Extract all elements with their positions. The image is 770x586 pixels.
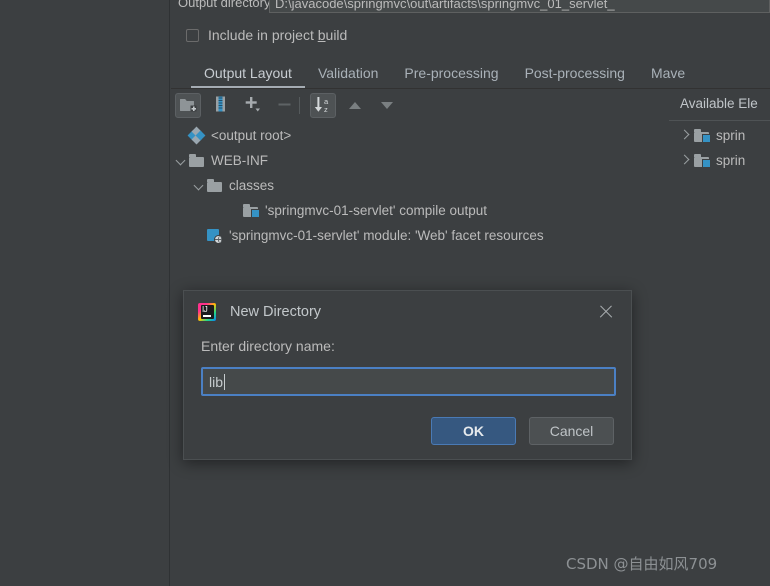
tree-row-classes[interactable]: classes bbox=[171, 173, 671, 198]
dialog-titlebar: IJ New Directory bbox=[184, 291, 631, 333]
output-directory-row: Output directory: D:\javacode\springmvc\… bbox=[171, 0, 770, 13]
artifact-icon bbox=[187, 126, 206, 144]
available-tree-row[interactable]: sprin bbox=[679, 148, 770, 173]
ok-button[interactable]: OK bbox=[431, 417, 516, 445]
sort-alphabetically-button[interactable]: a z bbox=[310, 93, 336, 118]
tab-maven[interactable]: Mave bbox=[638, 60, 698, 88]
toolbar-separator bbox=[299, 97, 300, 114]
compile-output-icon bbox=[694, 154, 711, 168]
remove-icon bbox=[277, 97, 292, 115]
checkbox-box[interactable] bbox=[186, 28, 199, 42]
add-element-button[interactable] bbox=[239, 93, 265, 118]
watermark: CSDN @自由如风709 bbox=[566, 555, 718, 573]
tree-label: classes bbox=[229, 178, 275, 193]
folder-icon bbox=[207, 179, 223, 192]
expander-placeholder bbox=[228, 203, 243, 218]
chevron-right-icon[interactable] bbox=[679, 153, 694, 168]
dialog-title: New Directory bbox=[230, 304, 322, 320]
text-caret bbox=[224, 373, 226, 390]
tree-label: sprin bbox=[716, 153, 746, 168]
tree-label: sprin bbox=[716, 128, 746, 143]
label-mnemonic: b bbox=[317, 27, 326, 43]
sort-alphabetically-icon: a z bbox=[314, 96, 333, 116]
tree-label: <output root> bbox=[211, 128, 292, 143]
intellij-logo-icon: IJ bbox=[198, 303, 216, 321]
available-tree-row[interactable]: sprin bbox=[679, 123, 770, 148]
tree-label: WEB-INF bbox=[211, 153, 268, 168]
tree-row-web-inf[interactable]: WEB-INF bbox=[171, 148, 671, 173]
include-in-project-build-checkbox[interactable]: Include in project build bbox=[186, 25, 347, 45]
dialog-button-row: OK Cancel bbox=[431, 417, 614, 445]
create-archive-icon bbox=[213, 96, 228, 115]
output-layout-tree: <output root> WEB-INF classes 'springmvc… bbox=[171, 123, 671, 248]
new-directory-dialog: IJ New Directory Enter directory name: l… bbox=[183, 290, 632, 460]
label-part-before: Include in project bbox=[208, 27, 318, 43]
chevron-down-icon[interactable] bbox=[174, 153, 189, 168]
tree-row-web-facet-resources[interactable]: 'springmvc-01-servlet' module: 'Web' fac… bbox=[171, 223, 671, 248]
tree-label: 'springmvc-01-servlet' compile output bbox=[265, 203, 487, 218]
include-in-project-build-label: Include in project build bbox=[208, 27, 347, 43]
move-up-icon bbox=[349, 102, 361, 109]
move-down-button bbox=[374, 93, 400, 118]
web-facet-icon bbox=[207, 228, 223, 244]
chevron-down-icon[interactable] bbox=[192, 178, 207, 193]
available-elements-tree: sprin sprin bbox=[679, 123, 770, 173]
compile-output-icon bbox=[694, 129, 711, 143]
left-gutter bbox=[0, 0, 170, 586]
add-icon bbox=[243, 95, 262, 117]
artifact-tabs: Output Layout Validation Pre-processing … bbox=[171, 60, 770, 89]
tree-row-output-root[interactable]: <output root> bbox=[171, 123, 671, 148]
output-directory-label: Output directory: bbox=[178, 0, 275, 10]
screen-root: Output directory: D:\javacode\springmvc\… bbox=[0, 0, 770, 586]
tab-pre-processing[interactable]: Pre-processing bbox=[391, 60, 511, 88]
create-directory-icon bbox=[179, 97, 197, 115]
intellij-logo-text: IJ bbox=[202, 305, 208, 314]
move-up-button bbox=[342, 93, 368, 118]
directory-name-value: lib bbox=[209, 373, 224, 390]
remove-element-button bbox=[271, 93, 297, 118]
tree-row-compile-output[interactable]: 'springmvc-01-servlet' compile output bbox=[171, 198, 671, 223]
chevron-right-icon[interactable] bbox=[679, 128, 694, 143]
tab-post-processing[interactable]: Post-processing bbox=[512, 60, 638, 88]
create-archive-button[interactable] bbox=[207, 93, 233, 118]
tab-output-layout[interactable]: Output Layout bbox=[191, 60, 305, 88]
tree-label: 'springmvc-01-servlet' module: 'Web' fac… bbox=[229, 228, 544, 243]
directory-name-label: Enter directory name: bbox=[201, 338, 335, 354]
move-down-icon bbox=[381, 102, 393, 109]
expander-placeholder bbox=[192, 228, 207, 243]
close-icon[interactable] bbox=[597, 303, 615, 321]
available-elements-divider bbox=[669, 120, 770, 121]
label-part-after: uild bbox=[325, 27, 348, 43]
available-elements-title: Available Ele bbox=[680, 96, 758, 111]
directory-name-input[interactable]: lib bbox=[201, 367, 616, 396]
output-directory-input[interactable]: D:\javacode\springmvc\out\artifacts\spri… bbox=[269, 0, 770, 13]
svg-text:z: z bbox=[324, 105, 328, 113]
compile-output-icon bbox=[243, 204, 260, 218]
cancel-button[interactable]: Cancel bbox=[529, 417, 614, 445]
folder-icon bbox=[189, 154, 205, 167]
tab-validation[interactable]: Validation bbox=[305, 60, 391, 88]
create-directory-button[interactable] bbox=[175, 93, 201, 118]
